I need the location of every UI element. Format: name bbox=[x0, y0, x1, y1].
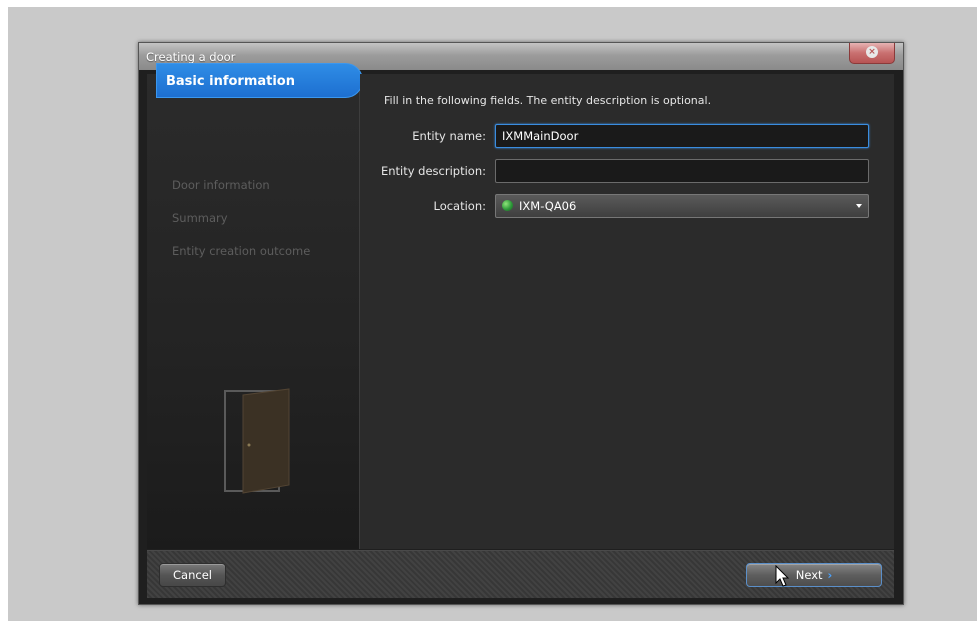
dialog-title: Creating a door bbox=[146, 50, 236, 64]
step-summary: Summary bbox=[172, 211, 228, 225]
form-instruction: Fill in the following fields. The entity… bbox=[384, 94, 712, 107]
step-entity-creation-outcome: Entity creation outcome bbox=[172, 244, 311, 258]
cancel-button[interactable]: Cancel bbox=[159, 563, 226, 587]
chevron-down-icon bbox=[856, 204, 862, 208]
form-panel: Fill in the following fields. The entity… bbox=[360, 74, 894, 549]
entity-description-label: Entity description: bbox=[380, 164, 486, 178]
location-label: Location: bbox=[433, 199, 486, 213]
door-icon bbox=[224, 388, 290, 494]
wizard-steps-sidebar: Door information Summary Entity creation… bbox=[147, 74, 360, 549]
step-basic-information: Basic information bbox=[156, 63, 363, 98]
close-icon: × bbox=[866, 46, 878, 58]
entity-name-input[interactable]: IXMMainDoor bbox=[495, 124, 869, 148]
chevron-right-icon: › bbox=[827, 568, 833, 582]
globe-icon bbox=[502, 200, 513, 211]
location-value: IXM-QA06 bbox=[519, 199, 577, 213]
next-button[interactable]: Next › bbox=[746, 563, 882, 587]
location-dropdown[interactable]: IXM-QA06 bbox=[495, 194, 869, 218]
next-button-label: Next bbox=[795, 568, 823, 582]
mouse-pointer-icon bbox=[775, 565, 790, 587]
close-button[interactable]: × bbox=[849, 43, 895, 64]
entity-description-input[interactable] bbox=[495, 159, 869, 183]
create-door-dialog: Creating a door × Door information Summa… bbox=[138, 42, 904, 605]
entity-name-label: Entity name: bbox=[412, 129, 486, 143]
step-door-information: Door information bbox=[172, 178, 270, 192]
